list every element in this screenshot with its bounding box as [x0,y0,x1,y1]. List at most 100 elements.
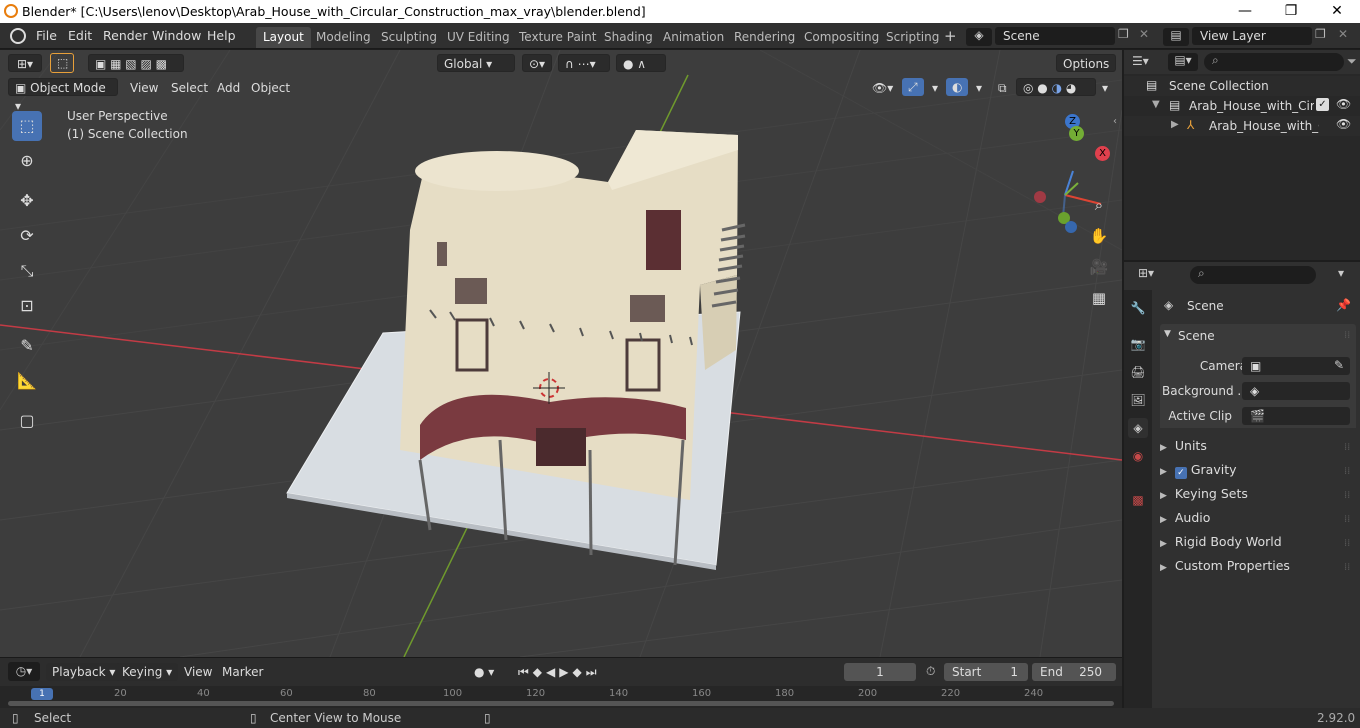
timeline-editor-icon[interactable]: ◷▾ [8,662,40,681]
shading-dropdown-icon[interactable]: ▾ [1096,79,1114,97]
tab-shading[interactable]: Shading [597,27,660,48]
properties-options-icon[interactable]: ▾ [1338,266,1344,280]
transform-orientation-dropdown[interactable]: Global ▾ [437,54,515,72]
gravity-checkbox[interactable]: ✓ [1174,467,1187,479]
delete-scene-icon[interactable]: ✕ [1139,27,1149,41]
properties-search-input[interactable]: ⌕ [1190,266,1316,284]
options-dropdown[interactable]: Options ▾ [1056,54,1116,89]
annotate-tool-icon[interactable]: ✎ [12,331,42,361]
world-tab-icon[interactable]: ◉ [1128,446,1148,466]
selection-mode-buttons[interactable]: ▣ ▦ ▧ ▨ ▩ [88,54,184,72]
playback-controls[interactable]: ⏮◆◀▶◆⏭ [512,663,607,681]
tab-texture-paint[interactable]: Texture Paint [512,27,603,48]
expand-arrow-icon-2[interactable]: ▶ [1171,119,1179,130]
menu-render[interactable]: Render [103,28,148,43]
custom-properties-section[interactable]: ▶ Custom Properties [1160,558,1290,580]
visibility-eye-icon[interactable]: 👁 [1336,97,1351,111]
proportional-edit-icon[interactable]: ● ∧ [616,54,666,72]
menu-keying[interactable]: Keying ▾ [116,663,179,681]
properties-editor-icon[interactable]: ⊞▾ [1138,266,1154,280]
editor-type-icon[interactable]: ⊞▾ [8,54,42,72]
timeline-ruler[interactable]: 1 20 40 60 80 100 120 140 160 180 200 22… [0,686,1122,708]
active-clip-field[interactable]: 🎬 [1242,407,1350,425]
filter-icon[interactable]: ⏷ [1347,54,1357,69]
outliner-search-input[interactable]: ⌕ [1204,53,1344,71]
view-layer-field[interactable]: View Layer [1192,27,1312,45]
pin-icon[interactable]: 📌 [1336,298,1351,312]
select-box-tool-icon[interactable]: ⬚ [50,53,74,73]
gizmo-dropdown-icon[interactable]: ▾ [926,79,944,97]
xray-toggle-icon[interactable]: ⧉ [992,79,1013,97]
overlay-dropdown-icon[interactable]: ▾ [970,79,988,97]
3d-viewport[interactable]: Z Y X ⊞▾ ⬚ ▣ ▦ ▧ ▨ ▩ Global ▾ ⊙▾ ∩ ⋯▾ ● … [0,50,1122,657]
end-frame-field[interactable]: End 250 [1032,663,1116,681]
expand-arrow-icon[interactable]: ▼ [1152,99,1160,110]
eyedropper-icon[interactable]: ✎ [1334,358,1344,372]
rigid-body-section[interactable]: ▶ Rigid Body World [1160,534,1282,556]
timer-icon[interactable]: ⏱ [926,664,935,679]
menu-object[interactable]: Object [245,79,296,97]
tab-rendering[interactable]: Rendering [727,27,802,48]
new-view-layer-icon[interactable]: ❐ [1315,27,1326,41]
timeline-scrollbar[interactable] [8,701,1114,706]
rotate-tool-icon[interactable]: ⟳ [12,221,42,251]
outliner-editor-icon[interactable]: ☰▾ [1132,54,1149,68]
scene-tab-icon[interactable]: ◈ [1128,418,1148,438]
gizmo-x-axis[interactable]: X [1095,146,1110,161]
menu-file[interactable]: File [36,28,57,43]
record-icon[interactable]: ● ▾ [468,663,500,681]
delete-view-layer-icon[interactable]: ✕ [1338,27,1348,41]
measure-tool-icon[interactable]: 📐 [12,366,42,396]
menu-playback[interactable]: Playback ▾ [46,663,122,681]
pivot-point-icon[interactable]: ⊙▾ [522,54,552,72]
scene-browse-icon[interactable]: ◈ [966,28,992,46]
add-workspace-icon[interactable]: + [944,27,957,45]
background-field[interactable]: ◈ [1242,382,1350,400]
close-button[interactable]: ✕ [1314,0,1360,23]
overlay-toggle-icon[interactable]: ◐ [946,78,969,96]
scale-tool-icon[interactable]: ⤡ [12,256,42,286]
menu-add[interactable]: Add [211,79,246,97]
tab-uv-editing[interactable]: UV Editing [440,27,517,48]
scene-field[interactable]: Scene [995,27,1115,45]
minimize-button[interactable]: — [1222,0,1268,23]
start-frame-field[interactable]: Start 1 [944,663,1028,681]
menu-view[interactable]: View [124,79,164,97]
snap-toggle-icon[interactable]: ∩ ⋯▾ [558,54,610,72]
tab-scripting[interactable]: Scripting [879,27,946,48]
zoom-icon[interactable]: ⌕ [1086,192,1112,218]
menu-help[interactable]: Help [207,28,236,43]
add-cube-tool-icon[interactable]: ▢ [12,406,42,436]
outliner-item-2[interactable]: Arab_House_with_Ci [1209,119,1319,133]
maximize-button[interactable]: ❐ [1268,0,1314,23]
menu-select[interactable]: Select [165,79,214,97]
tab-compositing[interactable]: Compositing [797,27,886,48]
gravity-section[interactable]: ▶ ✓ Gravity [1160,462,1237,484]
sidebar-toggle-icon[interactable]: ‹ [1113,116,1117,127]
texture-tab-icon[interactable]: ▩ [1128,490,1148,510]
new-scene-icon[interactable]: ❐ [1118,27,1129,41]
output-tab-icon[interactable]: 🖨 [1128,362,1148,382]
keying-sets-section[interactable]: ▶ Keying Sets [1160,486,1248,508]
tool-tab-icon[interactable]: 🔧 [1128,298,1148,318]
visibility-icon[interactable]: 👁▾ [866,79,899,97]
frame-indicator[interactable]: 1 [31,688,53,700]
menu-window[interactable]: Window [152,28,201,43]
select-tool-icon[interactable]: ⬚ [12,111,42,141]
transform-tool-icon[interactable]: ⊡ [12,291,42,321]
tab-sculpting[interactable]: Sculpting [374,27,444,48]
shading-mode-buttons[interactable]: ◎ ● ◑ ◕ [1016,78,1096,96]
menu-timeline-view[interactable]: View [178,663,218,681]
current-frame-field[interactable]: 1 [844,663,916,681]
panel-grip-icon[interactable]: ⁞⁞ [1344,330,1350,341]
units-section[interactable]: ▶ Units [1160,438,1207,460]
audio-section[interactable]: ▶ Audio [1160,510,1210,532]
ortho-grid-icon[interactable]: ▦ [1086,285,1112,311]
display-mode-icon[interactable]: ▤▾ [1168,53,1198,71]
view-layer-browse-icon[interactable]: ▤ [1163,28,1189,46]
outliner-item-1[interactable]: Arab_House_with_Circula [1189,99,1314,113]
render-tab-icon[interactable]: 📷 [1128,334,1148,354]
outliner-root[interactable]: Scene Collection [1169,79,1269,93]
menu-marker[interactable]: Marker [216,663,269,681]
tab-layout[interactable]: Layout [256,27,311,48]
